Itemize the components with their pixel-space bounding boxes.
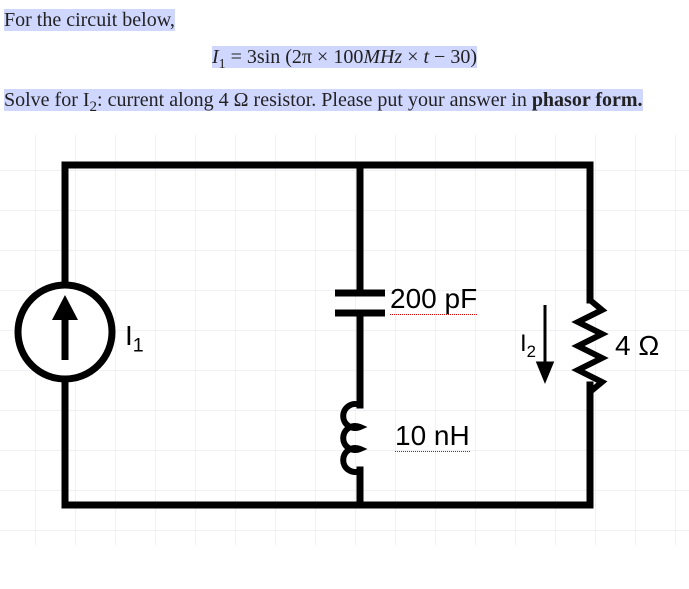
solve-pre: Solve for I bbox=[4, 89, 90, 111]
inductor bbox=[343, 404, 360, 472]
capacitor bbox=[335, 293, 385, 313]
circuit-diagram: I1 200 pF 10 nH 4 Ω I2 bbox=[0, 135, 689, 545]
given-equation: I1 = 3sin (2π × 100MHz × t − 30) bbox=[0, 34, 689, 87]
current-source bbox=[18, 285, 112, 379]
resistor bbox=[578, 300, 602, 392]
eq-unit: MHz bbox=[363, 46, 402, 68]
circuit-svg bbox=[0, 135, 689, 545]
current-i2-label: I2 bbox=[520, 330, 536, 362]
solve-bold: phasor form. bbox=[532, 89, 643, 111]
current-i2-arrow bbox=[538, 305, 552, 380]
eq-mid1: = 3sin (2π × 100 bbox=[226, 46, 364, 68]
inductor-label: 10 nH bbox=[395, 420, 470, 452]
capacitor-label: 200 pF bbox=[390, 283, 477, 315]
source-label: I1 bbox=[125, 320, 144, 358]
solve-sub: 2 bbox=[90, 99, 98, 115]
eq-lhs-sub: 1 bbox=[219, 57, 226, 72]
eq-lhs: I bbox=[212, 46, 219, 68]
solve-mid: : current along 4 Ω resistor. Please put… bbox=[97, 89, 532, 111]
resistor-label: 4 Ω bbox=[615, 330, 659, 362]
intro-text: For the circuit below, bbox=[4, 9, 175, 31]
solve-instruction: Solve for I2: current along 4 Ω resistor… bbox=[0, 87, 689, 135]
eq-tail: − 30) bbox=[429, 46, 477, 68]
problem-statement: For the circuit below, bbox=[0, 0, 689, 34]
eq-mid2: × bbox=[402, 46, 423, 68]
